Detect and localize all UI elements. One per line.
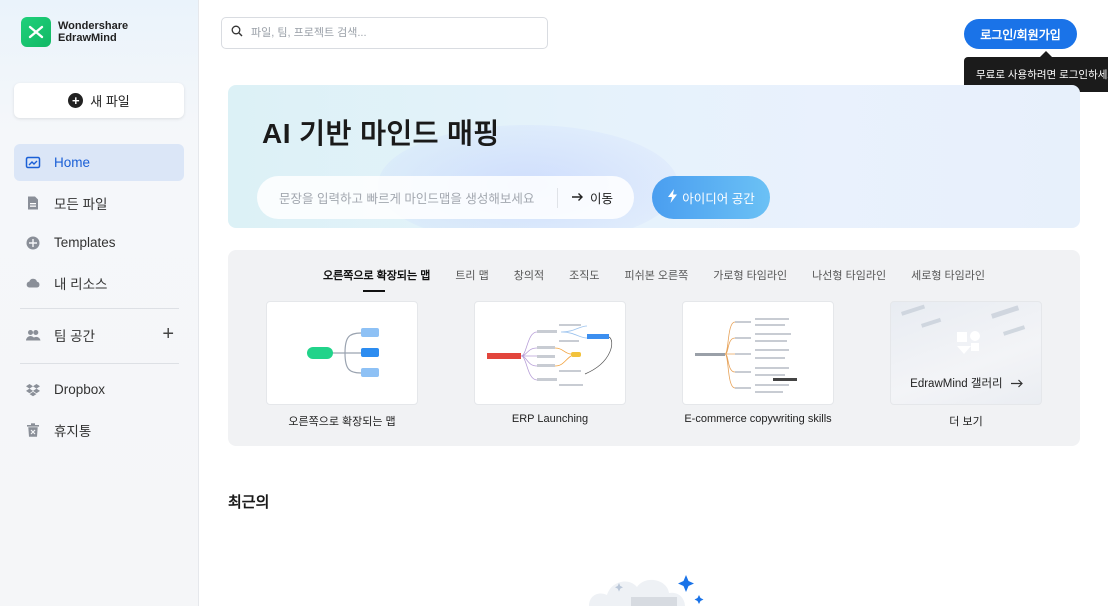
tab-spiral-timeline[interactable]: 나선형 타임라인 xyxy=(812,267,886,289)
template-thumbnail xyxy=(474,301,626,405)
sidebar-item-label: 모든 파일 xyxy=(54,196,108,212)
ai-hero-banner: AI 기반 마인드 매핑 문장을 입력하고 빠르게 마인드맵을 생성해보세요 이… xyxy=(228,85,1080,228)
team-icon xyxy=(25,327,41,343)
more-templates-label: 더 보기 xyxy=(949,416,983,428)
login-signup-button[interactable]: 로그인/회원가입 xyxy=(964,19,1077,49)
edrawmind-logo-icon xyxy=(21,17,51,47)
template-card-label: 오른쪽으로 확장되는 맵 xyxy=(288,416,396,428)
template-card-label: ERP Launching xyxy=(511,413,589,425)
ai-prompt-input[interactable]: 문장을 입력하고 빠르게 마인드맵을 생성해보세요 이동 xyxy=(257,176,634,219)
tab-vertical-timeline[interactable]: 세로형 타임라인 xyxy=(911,267,985,289)
sidebar: Wondershare EdrawMind + 새 파일 Home 모든 파일 … xyxy=(0,0,199,606)
gallery-link-label: EdrawMind 갤러리 xyxy=(910,378,1003,390)
tab-horizontal-timeline[interactable]: 가로형 타임라인 xyxy=(713,267,787,289)
tab-fishbone[interactable]: 피쉬본 오른쪽 xyxy=(624,267,688,289)
brand[interactable]: Wondershare EdrawMind xyxy=(21,17,128,47)
sidebar-item-label: 휴지통 xyxy=(54,423,92,439)
template-tabs: 오른쪽으로 확장되는 맵 트리 맵 창의적 조직도 피쉬본 오른쪽 가로형 타임… xyxy=(228,267,1080,292)
gallery-thumbnail: EdrawMind 갤러리 xyxy=(890,301,1042,405)
empty-state-illustration xyxy=(585,557,715,606)
sidebar-item-dropbox[interactable]: Dropbox xyxy=(14,371,184,408)
ai-prompt-placeholder: 문장을 입력하고 빠르게 마인드맵을 생성해보세요 xyxy=(279,192,535,206)
sidebar-item-team-space[interactable]: 팀 공간 + xyxy=(14,316,184,353)
search-input[interactable] xyxy=(251,27,531,39)
template-card[interactable]: ERP Launching xyxy=(474,301,626,429)
sidebar-item-label: Templates xyxy=(54,235,116,250)
sidebar-divider xyxy=(20,363,179,364)
go-button[interactable]: 이동 xyxy=(558,188,613,207)
template-card[interactable]: E-commerce copywriting skills xyxy=(682,301,834,429)
brand-name-line2: EdrawMind xyxy=(58,32,117,44)
template-thumbnail xyxy=(682,301,834,405)
lightning-icon xyxy=(667,189,678,206)
sidebar-item-all-files[interactable]: 모든 파일 xyxy=(14,184,184,221)
dropbox-icon xyxy=(25,382,41,398)
arrow-right-icon xyxy=(571,191,584,205)
idea-space-button[interactable]: 아이디어 공간 xyxy=(652,176,770,219)
template-thumbnail xyxy=(266,301,418,405)
template-card-label: E-commerce copywriting skills xyxy=(684,413,832,425)
sidebar-divider xyxy=(20,308,179,309)
add-team-icon[interactable]: + xyxy=(162,323,174,346)
home-icon xyxy=(25,155,41,171)
search-icon xyxy=(231,24,243,42)
sidebar-lower: Dropbox 휴지통 xyxy=(14,371,184,451)
templates-icon xyxy=(25,235,41,251)
sidebar-item-label: Home xyxy=(54,155,91,170)
tab-creative[interactable]: 창의적 xyxy=(514,267,544,289)
sidebar-item-label: 내 리소스 xyxy=(54,276,108,292)
trash-icon xyxy=(25,422,41,438)
more-templates-card[interactable]: EdrawMind 갤러리 더 보기 xyxy=(890,301,1042,429)
gallery-logo-icon xyxy=(957,331,980,354)
brand-name-line1: Wondershare xyxy=(58,20,129,32)
tab-org-chart[interactable]: 조직도 xyxy=(569,267,599,289)
arrow-right-icon xyxy=(1006,378,1024,390)
tab-tree-map[interactable]: 트리 맵 xyxy=(455,267,488,289)
sidebar-nav: Home 모든 파일 Templates 내 리소스 xyxy=(14,144,184,304)
sidebar-item-label: 팀 공간 xyxy=(54,328,96,344)
search-bar xyxy=(221,17,548,49)
sidebar-item-trash[interactable]: 휴지통 xyxy=(14,411,184,448)
sidebar-item-home[interactable]: Home xyxy=(14,144,184,181)
sidebar-item-my-resources[interactable]: 내 리소스 xyxy=(14,264,184,301)
tab-right-map[interactable]: 오른쪽으로 확장되는 맵 xyxy=(323,267,430,292)
go-label: 이동 xyxy=(590,192,614,206)
new-file-label: 새 파일 xyxy=(90,94,130,109)
new-file-button[interactable]: + 새 파일 xyxy=(14,83,184,118)
sidebar-item-label: Dropbox xyxy=(54,382,106,397)
recent-section-title: 최근의 xyxy=(228,494,270,511)
cloud-icon xyxy=(25,275,41,291)
sidebar-item-templates[interactable]: Templates xyxy=(14,224,184,261)
hero-title: AI 기반 마인드 매핑 xyxy=(262,118,500,149)
team-section: 팀 공간 + xyxy=(14,316,184,356)
idea-space-label: 아이디어 공간 xyxy=(682,192,755,206)
template-card[interactable]: 오른쪽으로 확장되는 맵 xyxy=(266,301,418,429)
file-icon xyxy=(25,195,41,211)
template-cards: 오른쪽으로 확장되는 맵 ERP Launching E-commerce co… xyxy=(266,301,1042,429)
plus-circle-icon: + xyxy=(68,93,84,108)
template-gallery: 오른쪽으로 확장되는 맵 트리 맵 창의적 조직도 피쉬본 오른쪽 가로형 타임… xyxy=(228,250,1080,446)
